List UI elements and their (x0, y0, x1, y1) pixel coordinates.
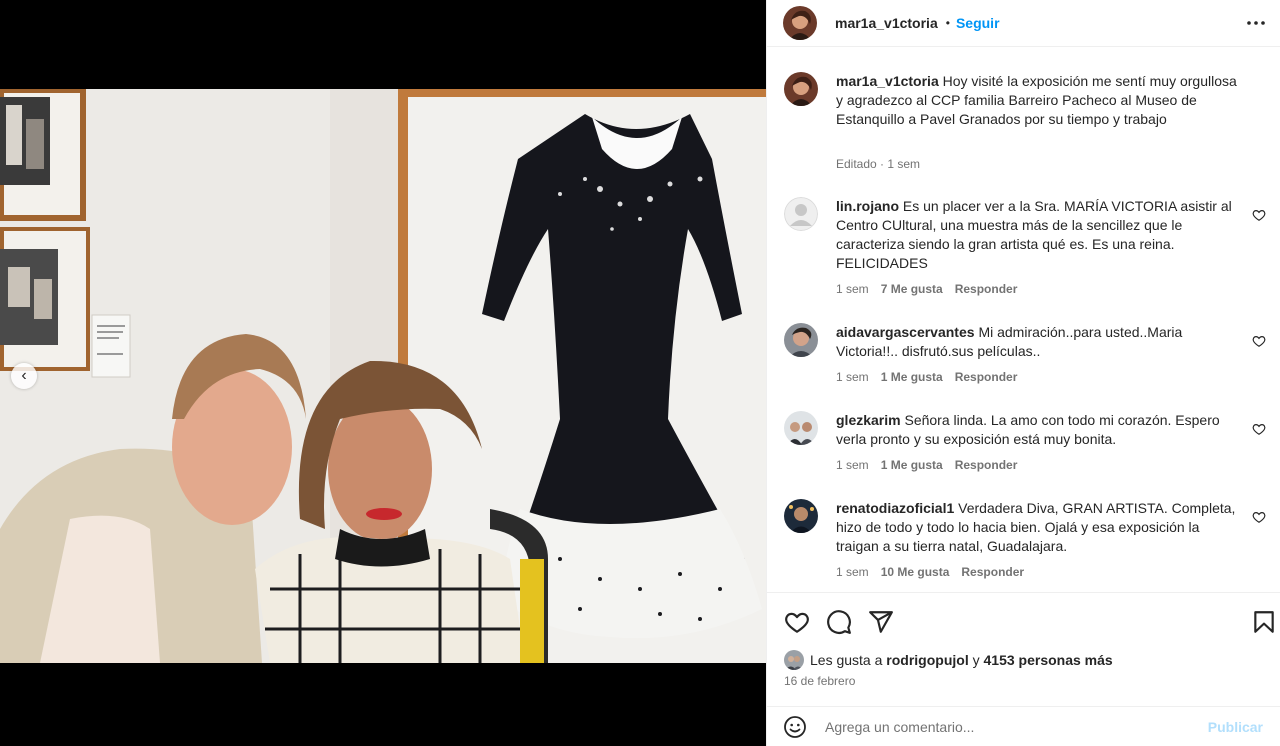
share-send-icon[interactable] (868, 609, 894, 635)
likes-connector: y (972, 652, 980, 668)
post-photo (0, 89, 766, 663)
likes-user[interactable]: rodrigopujol (886, 652, 968, 668)
commenter-avatar[interactable] (784, 411, 818, 445)
comment-text-block: lin.rojano Es un placer ver a la Sra. MA… (836, 197, 1246, 273)
comment-username[interactable]: renatodiazoficial1 (836, 500, 954, 516)
heart-icon[interactable] (1252, 510, 1266, 524)
post-media: ‹ (0, 0, 766, 746)
liker-avatar (784, 650, 804, 670)
chevron-left-icon[interactable]: ‹ (11, 363, 37, 389)
post-actions-bar (767, 592, 1280, 644)
comment-text-block: aidavargascervantes Mi admiración..para … (836, 323, 1246, 361)
publish-button[interactable]: Publicar (1208, 719, 1263, 735)
heart-icon[interactable] (1252, 334, 1266, 348)
reply-button[interactable]: Responder (961, 565, 1024, 579)
comment-text-block: renatodiazoficial1 Verdadera Diva, GRAN … (836, 499, 1246, 556)
default-avatar-icon[interactable] (784, 197, 818, 231)
bookmark-icon[interactable] (1251, 609, 1277, 635)
comment-time[interactable]: 1 sem (836, 282, 869, 296)
instagram-post-modal: ‹ mar1a_v1ctoria • Seguir mar1a_v1ctoria (0, 0, 1280, 746)
caption-time[interactable]: 1 sem (887, 157, 920, 171)
comment-username[interactable]: glezkarim (836, 412, 901, 428)
comment-input[interactable] (825, 718, 1205, 735)
heart-icon[interactable] (1252, 208, 1266, 222)
comment-likes[interactable]: 7 Me gusta (881, 282, 943, 296)
comment-likes[interactable]: 1 Me gusta (881, 370, 943, 384)
comment-meta: 1 sem 7 Me gusta Responder (836, 282, 1017, 296)
post-header: mar1a_v1ctoria • Seguir (767, 0, 1280, 47)
comment-time[interactable]: 1 sem (836, 565, 869, 579)
likes-summary[interactable]: Les gusta a rodrigopujol y 4153 personas… (784, 650, 1113, 670)
post-date[interactable]: 16 de febrero (784, 674, 855, 688)
comment-username[interactable]: aidavargascervantes (836, 324, 975, 340)
reply-button[interactable]: Responder (955, 458, 1018, 472)
reply-button[interactable]: Responder (955, 282, 1018, 296)
commenter-avatar[interactable] (784, 499, 818, 533)
comment-likes[interactable]: 10 Me gusta (881, 565, 950, 579)
edited-label: Editado (836, 157, 877, 171)
separator-dot: • (945, 16, 950, 30)
post-side-panel: mar1a_v1ctoria • Seguir mar1a_v1ctoria H… (766, 0, 1280, 746)
caption-username[interactable]: mar1a_v1ctoria (836, 73, 939, 89)
emoji-icon[interactable] (783, 715, 807, 739)
author-username[interactable]: mar1a_v1ctoria (835, 15, 938, 31)
like-heart-icon[interactable] (784, 609, 810, 635)
comment-time[interactable]: 1 sem (836, 370, 869, 384)
caption-meta: Editado · 1 sem (836, 157, 921, 171)
comments-list[interactable]: mar1a_v1ctoria Hoy visité la exposición … (767, 62, 1280, 592)
comment-username[interactable]: lin.rojano (836, 198, 899, 214)
comment-meta: 1 sem 1 Me gusta Responder (836, 458, 1017, 472)
commenter-avatar[interactable] (784, 323, 818, 357)
caption-text-block: mar1a_v1ctoria Hoy visité la exposición … (836, 72, 1246, 129)
likes-prefix: Les gusta a (810, 652, 883, 668)
comment-likes[interactable]: 1 Me gusta (881, 458, 943, 472)
author-avatar[interactable] (784, 72, 818, 106)
heart-icon[interactable] (1252, 422, 1266, 436)
reply-button[interactable]: Responder (955, 370, 1018, 384)
likes-others[interactable]: 4153 personas más (984, 652, 1113, 668)
more-horizontal-icon[interactable] (1243, 10, 1269, 36)
comment-text-block: glezkarim Señora linda. La amo con todo … (836, 411, 1246, 449)
follow-button[interactable]: Seguir (956, 15, 1000, 31)
comment-bubble-icon[interactable] (826, 609, 852, 635)
author-avatar[interactable] (783, 6, 817, 40)
comment-meta: 1 sem 1 Me gusta Responder (836, 370, 1017, 384)
comment-time[interactable]: 1 sem (836, 458, 869, 472)
add-comment-bar: Publicar (767, 706, 1280, 746)
comment-meta: 1 sem 10 Me gusta Responder (836, 565, 1024, 579)
